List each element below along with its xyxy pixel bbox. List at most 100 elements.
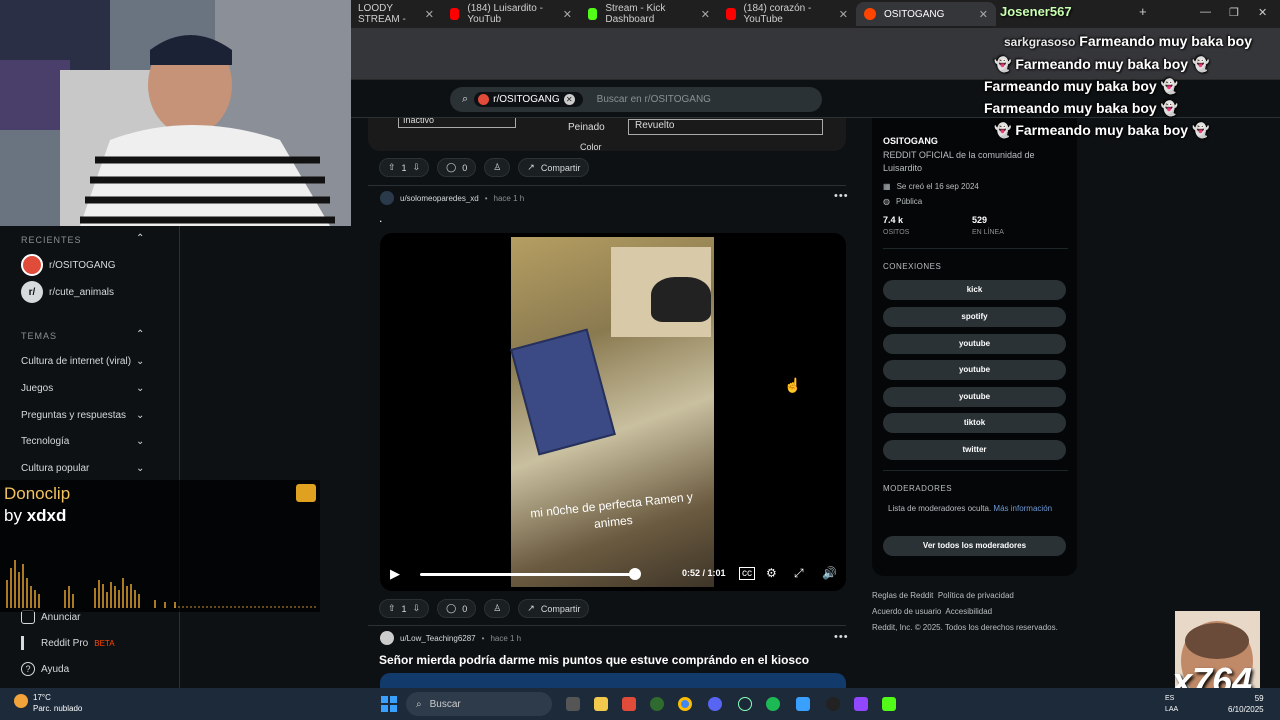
sidebar-item-cute-animals[interactable]: r/ r/cute_animals (21, 281, 114, 303)
close-icon[interactable]: ✕ (979, 8, 988, 21)
award-button[interactable]: ♙ (484, 158, 511, 177)
discord-icon[interactable] (708, 697, 722, 711)
browser-tab-5-active[interactable]: OSITOGANG ✕ (856, 2, 996, 26)
audio-waveform (6, 560, 316, 608)
post-action-bar: ⇧ 1 ⇩ ◯ 0 ♙ ↗ Compartir (379, 599, 590, 618)
close-icon[interactable]: ✕ (839, 8, 848, 21)
post-media[interactable] (380, 673, 846, 688)
steam-icon[interactable] (738, 697, 752, 711)
maximize-icon[interactable]: ❐ (1229, 6, 1239, 19)
taskbar-clock[interactable]: 59 6/10/2025 (1228, 693, 1264, 715)
chevron-down-icon[interactable]: ⌄ (136, 356, 144, 367)
sidebar-item-ayuda[interactable]: ? Ayuda (21, 662, 69, 676)
chevron-down-icon[interactable]: ⌄ (136, 436, 144, 447)
by-label: by (4, 506, 22, 525)
share-button[interactable]: ↗ Compartir (518, 599, 590, 618)
view-all-mods-button[interactable]: Ver todos los moderadores (883, 536, 1066, 556)
connection-spotify[interactable]: spotify (883, 307, 1066, 327)
upvote-icon[interactable]: ⇧ (388, 162, 396, 173)
comments-button[interactable]: ◯ 0 (437, 158, 477, 177)
chevron-down-icon[interactable]: ⌄ (136, 463, 144, 474)
footer-link[interactable]: Reglas de Reddit (872, 591, 933, 600)
more-options-icon[interactable]: ••• (834, 631, 849, 643)
kick-icon[interactable] (882, 697, 896, 711)
minimize-icon[interactable]: — (1200, 6, 1211, 18)
connection-twitter[interactable]: twitter (883, 440, 1066, 460)
captions-icon[interactable]: cc (739, 567, 755, 580)
browser-tab-3[interactable]: Stream - Kick Dashboard ✕ (580, 2, 718, 26)
community-avatar (21, 254, 43, 276)
sidebar-topic-5[interactable]: Cultura popular (21, 463, 89, 474)
donoclip-title: Donoclip (4, 484, 71, 503)
footer-link[interactable]: Acuerdo de usuario (872, 607, 941, 616)
chrome-icon[interactable] (678, 697, 692, 711)
windows-start-icon[interactable] (381, 696, 397, 712)
chevron-up-icon[interactable]: ⌃ (136, 233, 144, 244)
clear-chip-icon[interactable]: ✕ (563, 94, 575, 105)
weather-widget[interactable]: 17°C Parc. nublado (33, 692, 82, 714)
vote-button[interactable]: ⇧ 1 ⇩ (379, 158, 430, 177)
search-input[interactable]: ⌕ r/OSITOGANG ✕ Buscar en r/OSITOGANG (450, 87, 822, 112)
share-button[interactable]: ↗ Compartir (518, 158, 590, 177)
connection-youtube-3[interactable]: youtube (883, 387, 1066, 407)
more-info-link[interactable]: Más información (993, 504, 1052, 513)
close-icon[interactable]: ✕ (701, 8, 710, 21)
sidebar-item-reddit-pro[interactable]: Reddit Pro BETA (21, 636, 115, 650)
temperature: 17°C (33, 693, 51, 702)
new-tab-button[interactable]: + (1139, 4, 1147, 19)
app-icon[interactable] (796, 697, 810, 711)
browser-tab-1[interactable]: LOODY STREAM - ✕ (350, 2, 442, 26)
fullscreen-icon[interactable]: ⤢ (794, 566, 804, 581)
connection-kick[interactable]: kick (883, 280, 1066, 300)
xbox-icon[interactable] (650, 697, 664, 711)
post-title[interactable]: Señor mierda podría darme mis puntos que… (379, 653, 809, 667)
browser-tab-4[interactable]: (184) corazón - YouTube ✕ (718, 2, 856, 26)
more-options-icon[interactable]: ••• (834, 190, 849, 202)
weather-icon[interactable] (14, 694, 28, 708)
play-icon[interactable]: ▶ (390, 566, 400, 582)
video-player[interactable]: mi n0che de perfecta Ramen y animes ▶ 0:… (380, 233, 846, 591)
upvote-icon[interactable]: ⇧ (388, 603, 396, 614)
close-icon[interactable]: ✕ (563, 8, 572, 21)
post-title[interactable]: . (379, 211, 382, 225)
chevron-up-icon[interactable]: ⌃ (136, 329, 144, 340)
video-scrubber[interactable] (629, 568, 641, 580)
vote-button[interactable]: ⇧ 1 ⇩ (379, 599, 430, 618)
close-icon[interactable]: ✕ (425, 8, 434, 21)
chevron-down-icon[interactable]: ⌄ (136, 383, 144, 394)
downvote-icon[interactable]: ⇩ (413, 162, 421, 173)
sidebar-topic-4[interactable]: Tecnología (21, 436, 69, 447)
sidebar-topic-3[interactable]: Preguntas y respuestas (21, 410, 126, 421)
sidebar-topic-2[interactable]: Juegos (21, 383, 53, 394)
language-indicator[interactable]: ES LAA (1165, 693, 1178, 715)
volume-icon[interactable]: 🔊 (822, 566, 837, 580)
close-window-icon[interactable]: ✕ (1258, 6, 1267, 19)
sidebar-item-ositogang[interactable]: r/OSITOGANG (21, 254, 116, 276)
obs-icon[interactable] (826, 697, 840, 711)
subreddit-chip[interactable]: r/OSITOGANG ✕ (474, 92, 583, 107)
post-author[interactable]: u/solomeoparedes_xd (400, 194, 479, 203)
connection-youtube-1[interactable]: youtube (883, 334, 1066, 354)
sidebar-item-anunciar[interactable]: Anunciar (21, 610, 80, 624)
downvote-icon[interactable]: ⇩ (413, 603, 421, 614)
chevron-down-icon[interactable]: ⌄ (136, 410, 144, 421)
sidebar-topic-1[interactable]: Cultura de internet (viral) (21, 356, 131, 367)
file-explorer-icon[interactable] (594, 697, 608, 711)
award-button[interactable]: ♙ (484, 599, 511, 618)
spotify-icon[interactable] (766, 697, 780, 711)
avatar[interactable] (380, 191, 394, 205)
settings-icon[interactable]: ⚙ (766, 566, 777, 580)
footer-link[interactable]: Política de privacidad (938, 591, 1014, 600)
app-icon[interactable] (622, 697, 636, 711)
connection-tiktok[interactable]: tiktok (883, 413, 1066, 433)
video-progress-bar[interactable] (420, 573, 635, 576)
footer-link[interactable]: Accesibilidad (945, 607, 992, 616)
task-view-icon[interactable] (566, 697, 580, 711)
post-author[interactable]: u/Low_Teaching6287 (400, 634, 476, 643)
comments-button[interactable]: ◯ 0 (437, 599, 477, 618)
browser-tab-2[interactable]: (184) Luisardito - YouTub ✕ (442, 2, 580, 26)
connection-youtube-2[interactable]: youtube (883, 360, 1066, 380)
avatar[interactable] (380, 631, 394, 645)
app-icon[interactable] (854, 697, 868, 711)
taskbar-search[interactable]: ⌕ Buscar (406, 692, 552, 716)
